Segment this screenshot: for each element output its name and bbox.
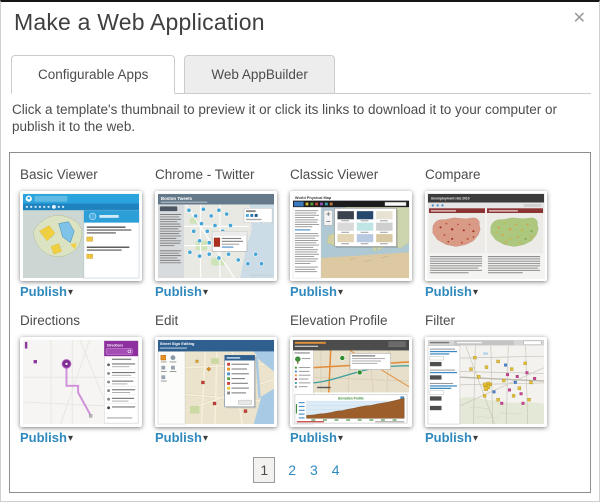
filter-thumbnail[interactable] [425, 337, 547, 427]
template-card-edit: Edit [155, 311, 290, 445]
directions-thumbnail[interactable]: Directions [20, 337, 142, 427]
close-icon[interactable]: ✕ [573, 11, 586, 27]
template-card-filter: Filter [425, 311, 560, 445]
thumb-app-title: Directions [107, 344, 123, 348]
thumb-app-title: Boston Tweets [161, 196, 193, 201]
template-card-compare: Compare Unemployment rate 2010 [425, 165, 560, 299]
template-card-classic-viewer: Classic Viewer World Physical Map [290, 165, 425, 299]
publish-caret-icon: ▾ [68, 287, 73, 298]
template-name: Chrome - Twitter [155, 165, 290, 185]
template-card-chrome-twitter: Chrome - Twitter [155, 165, 290, 299]
templates-panel: Basic Viewer [9, 152, 591, 493]
publish-caret-icon: ▾ [203, 287, 208, 298]
publish-link-compare[interactable]: Publish▾ [425, 284, 560, 299]
instructions-text: Click a template's thumbnail to preview … [12, 101, 590, 135]
template-name: Filter [425, 311, 560, 331]
template-name: Directions [20, 311, 155, 331]
publish-link-elevation-profile[interactable]: Publish▾ [290, 430, 425, 445]
publish-link-directions[interactable]: Publish▾ [20, 430, 155, 445]
template-card-directions: Directions Directions [20, 311, 155, 445]
thumb-app-title: Unemployment rate 2010 [431, 197, 470, 201]
chrome-twitter-thumbnail-image: Boston Tweets [157, 193, 275, 279]
make-web-application-dialog: Make a Web Application ✕ Configurable Ap… [0, 0, 600, 502]
page-3-link[interactable]: 3 [310, 462, 318, 478]
publish-link-chrome-twitter[interactable]: Publish▾ [155, 284, 290, 299]
classic-viewer-thumbnail-image: World Physical Map [292, 193, 410, 279]
template-name: Edit [155, 311, 290, 331]
tab-web-appbuilder[interactable]: Web AppBuilder [184, 55, 335, 94]
elevation-profile-thumbnail[interactable]: Elevation Profile [290, 337, 412, 427]
pagination: 1234 [10, 457, 590, 483]
tab-bar: Configurable Apps Web AppBuilder [11, 54, 591, 94]
page-1-current[interactable]: 1 [253, 457, 275, 483]
publish-caret-icon: ▾ [68, 433, 73, 444]
directions-thumbnail-image: Directions [22, 339, 140, 425]
tab-configurable-apps[interactable]: Configurable Apps [11, 55, 175, 94]
thumb-chart-title: Elevation Profile [338, 397, 364, 401]
thumb-app-title: Street Sign Editing [160, 342, 195, 346]
template-name: Compare [425, 165, 560, 185]
publish-caret-icon: ▾ [338, 287, 343, 298]
publish-caret-icon: ▾ [203, 433, 208, 444]
page-4-link[interactable]: 4 [332, 462, 340, 478]
chrome-twitter-thumbnail[interactable]: Boston Tweets [155, 191, 277, 281]
publish-link-classic-viewer[interactable]: Publish▾ [290, 284, 425, 299]
classic-viewer-thumbnail[interactable]: World Physical Map [290, 191, 412, 281]
basic-viewer-thumbnail-image [22, 193, 140, 279]
template-name: Basic Viewer [20, 165, 155, 185]
thumb-app-title: World Physical Map [295, 196, 332, 200]
edit-thumbnail[interactable]: Street Sign Editing [155, 337, 277, 427]
publish-caret-icon: ▾ [338, 433, 343, 444]
template-card-basic-viewer: Basic Viewer [20, 165, 155, 299]
publish-caret-icon: ▾ [473, 287, 478, 298]
basic-viewer-thumbnail[interactable] [20, 191, 142, 281]
dialog-title: Make a Web Application [14, 9, 265, 36]
publish-link-basic-viewer[interactable]: Publish▾ [20, 284, 155, 299]
edit-thumbnail-image: Street Sign Editing [157, 339, 275, 425]
compare-thumbnail-image: Unemployment rate 2010 [427, 193, 545, 279]
template-name: Classic Viewer [290, 165, 425, 185]
publish-link-edit[interactable]: Publish▾ [155, 430, 290, 445]
compare-thumbnail[interactable]: Unemployment rate 2010 [425, 191, 547, 281]
page-2-link[interactable]: 2 [288, 462, 296, 478]
publish-caret-icon: ▾ [473, 433, 478, 444]
template-card-elevation-profile: Elevation Profile [290, 311, 425, 445]
template-name: Elevation Profile [290, 311, 425, 331]
elevation-profile-thumbnail-image: Elevation Profile [292, 339, 410, 425]
templates-grid: Basic Viewer [20, 165, 560, 445]
publish-link-filter[interactable]: Publish▾ [425, 430, 560, 445]
filter-thumbnail-image [427, 339, 545, 425]
